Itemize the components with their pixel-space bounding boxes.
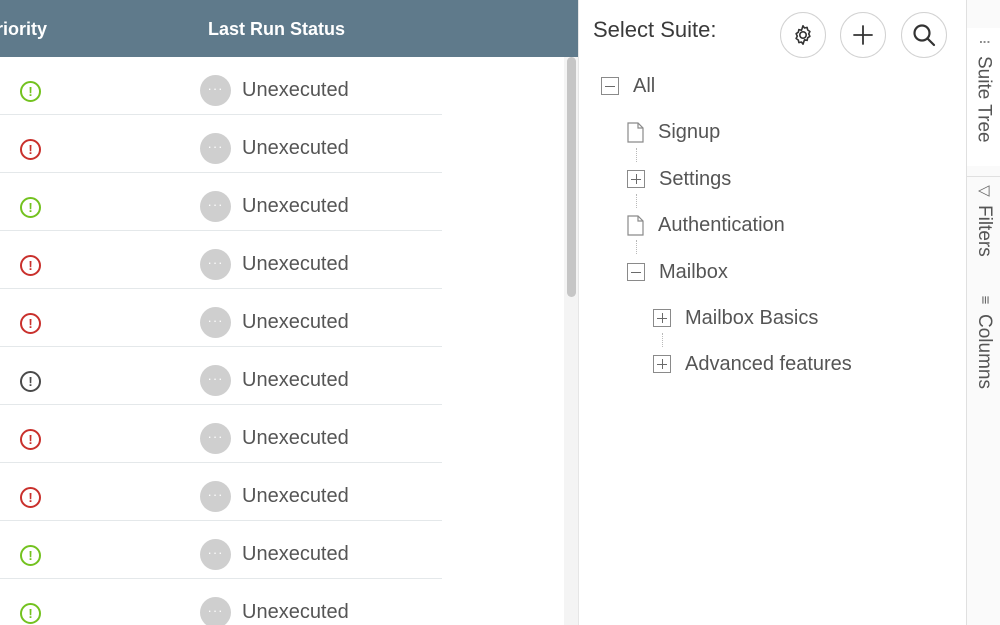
priority-icon: ! [20, 255, 41, 276]
collapse-icon[interactable] [627, 263, 645, 281]
last-run-status: Unexecuted [242, 79, 349, 101]
priority-icon: ! [20, 81, 41, 102]
table-row[interactable]: ! ··· Unexecuted [0, 579, 442, 625]
search-icon [913, 24, 936, 47]
last-run-status: Unexecuted [242, 137, 349, 159]
table-row[interactable]: ! ··· Unexecuted [0, 463, 442, 521]
tree-node-authentication[interactable]: Authentication [627, 210, 785, 240]
select-suite-title: Select Suite: [593, 17, 717, 42]
document-icon [627, 214, 644, 236]
status-unexecuted-icon: ··· [200, 133, 231, 164]
table-row[interactable]: ! ··· Unexecuted [0, 115, 442, 173]
suite-panel: Select Suite: All Signup Settings Authen… [578, 0, 966, 625]
tab-filters[interactable]: ▽ Filters [967, 176, 1000, 276]
tree-node-settings[interactable]: Settings [627, 164, 731, 194]
grid-header: riority Last Run Status [0, 0, 578, 57]
tree-node-label: Authentication [658, 213, 785, 236]
table-row[interactable]: ! ··· Unexecuted [0, 173, 442, 231]
priority-column-header[interactable]: riority [0, 0, 47, 57]
priority-icon: ! [20, 371, 41, 392]
gear-icon [795, 25, 811, 45]
last-run-status: Unexecuted [242, 543, 349, 565]
table-row[interactable]: ! ··· Unexecuted [0, 347, 442, 405]
tab-suite-tree[interactable]: ⁝ Suite Tree [967, 28, 1000, 166]
priority-icon: ! [20, 545, 41, 566]
table-row[interactable]: ! ··· Unexecuted [0, 521, 442, 579]
priority-icon: ! [20, 313, 41, 334]
status-unexecuted-icon: ··· [200, 423, 231, 454]
table-row[interactable]: ! ··· Unexecuted [0, 57, 442, 115]
tree-node-all[interactable]: All [601, 71, 655, 101]
grid-rows: ! ··· Unexecuted ! ··· Unexecuted ! ··· … [0, 57, 442, 625]
tree-node-label: All [633, 74, 656, 97]
tree-node-label: Advanced features [685, 352, 852, 375]
status-unexecuted-icon: ··· [200, 75, 231, 106]
last-run-status: Unexecuted [242, 311, 349, 333]
priority-icon: ! [20, 429, 41, 450]
tree-connector [636, 240, 637, 254]
status-unexecuted-icon: ··· [200, 597, 231, 625]
last-run-status: Unexecuted [242, 485, 349, 507]
last-run-status: Unexecuted [242, 601, 349, 623]
tab-columns[interactable]: ≡ Columns [967, 286, 1000, 406]
search-suite-button[interactable] [901, 12, 947, 58]
tree-node-label: Signup [658, 120, 721, 143]
tree-connector [662, 333, 663, 347]
document-icon [627, 121, 644, 143]
filter-icon: ▽ [975, 185, 993, 197]
tab-label: Suite Tree [973, 56, 995, 143]
status-unexecuted-icon: ··· [200, 481, 231, 512]
tree-node-label: Settings [659, 167, 732, 190]
tab-label: Filters [974, 205, 995, 257]
grid-scrollbar-thumb[interactable] [567, 57, 576, 297]
priority-icon: ! [20, 487, 41, 508]
last-run-status: Unexecuted [242, 195, 349, 217]
collapse-icon[interactable] [601, 77, 619, 95]
tree-node-signup[interactable]: Signup [627, 117, 720, 147]
side-tabs: ⁝ Suite Tree ▽ Filters ≡ Columns [966, 0, 1000, 625]
table-row[interactable]: ! ··· Unexecuted [0, 405, 442, 463]
tree-node-mailbox[interactable]: Mailbox [627, 257, 728, 287]
expand-icon[interactable] [653, 309, 671, 327]
table-row[interactable]: ! ··· Unexecuted [0, 231, 442, 289]
tree-node-mailbox-basics[interactable]: Mailbox Basics [653, 303, 818, 333]
tree-connector [636, 148, 637, 162]
tree-node-advanced-features[interactable]: Advanced features [653, 349, 852, 379]
last-run-status-column-header[interactable]: Last Run Status [208, 0, 345, 57]
expand-icon[interactable] [653, 355, 671, 373]
priority-icon: ! [20, 603, 41, 624]
columns-icon: ≡ [975, 295, 993, 305]
tab-label: Columns [974, 314, 995, 389]
priority-icon: ! [20, 139, 41, 160]
plus-icon [853, 25, 873, 45]
status-unexecuted-icon: ··· [200, 191, 231, 222]
test-cases-grid: riority Last Run Status ! ··· Unexecuted… [0, 0, 578, 625]
tree-node-label: Mailbox Basics [685, 306, 819, 329]
last-run-status: Unexecuted [242, 369, 349, 391]
tree-connector [636, 194, 637, 208]
priority-icon: ! [20, 197, 41, 218]
suite-tree-icon: ⁝ [975, 39, 993, 45]
status-unexecuted-icon: ··· [200, 249, 231, 280]
expand-icon[interactable] [627, 170, 645, 188]
last-run-status: Unexecuted [242, 427, 349, 449]
status-unexecuted-icon: ··· [200, 307, 231, 338]
add-suite-button[interactable] [840, 12, 886, 58]
table-row[interactable]: ! ··· Unexecuted [0, 289, 442, 347]
status-unexecuted-icon: ··· [200, 365, 231, 396]
last-run-status: Unexecuted [242, 253, 349, 275]
status-unexecuted-icon: ··· [200, 539, 231, 570]
suite-settings-button[interactable] [780, 12, 826, 58]
tree-node-label: Mailbox [659, 260, 728, 283]
